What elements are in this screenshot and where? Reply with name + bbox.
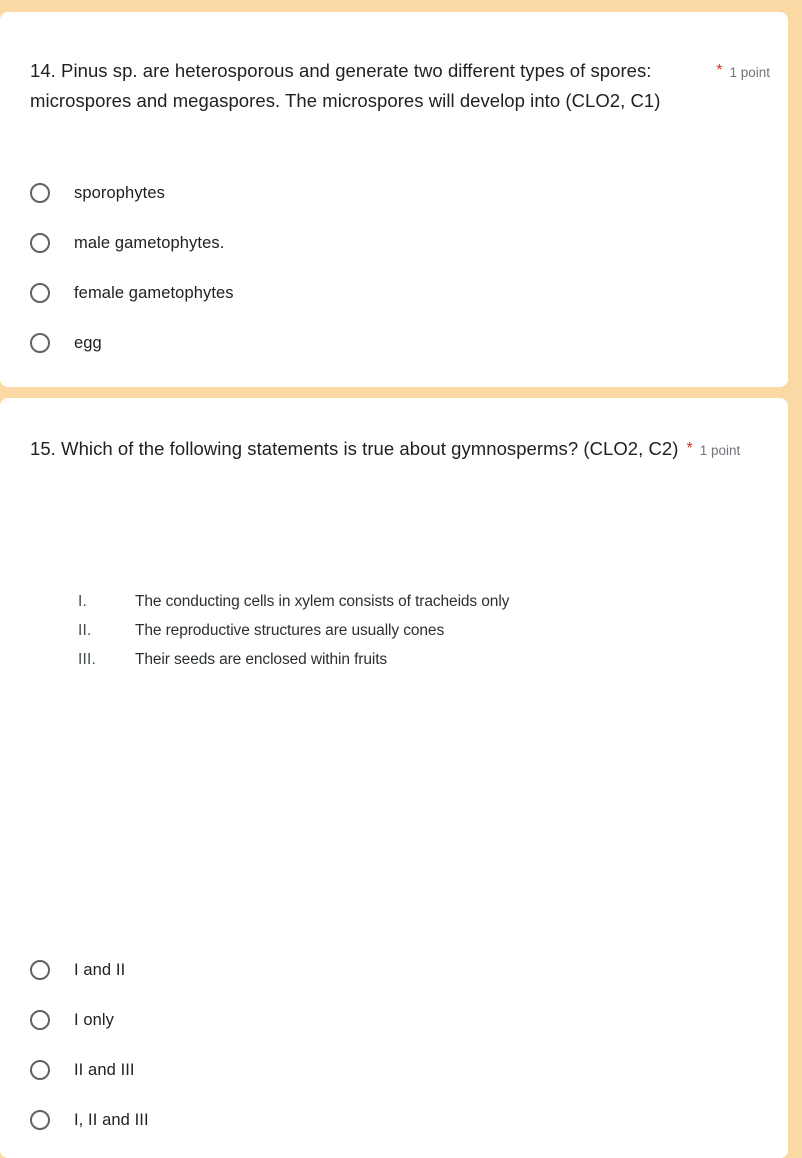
quiz-form: 14. Pinus sp. are heterosporous and gene… [0, 0, 802, 1158]
option-row[interactable]: sporophytes [30, 168, 768, 218]
required-asterisk-icon: * [716, 62, 723, 79]
statement-text: The conducting cells in xylem consists o… [135, 593, 510, 610]
question-15-points: 1 point [699, 443, 741, 458]
option-row[interactable]: female gametophytes [30, 268, 768, 318]
statement-numeral: III. [78, 651, 97, 668]
option-label: I, II and III [74, 1111, 149, 1129]
radio-button-icon[interactable] [30, 1060, 50, 1080]
radio-button-icon[interactable] [30, 183, 50, 203]
statement-text: The reproductive structures are usually … [135, 622, 445, 639]
option-row[interactable]: male gametophytes. [30, 218, 768, 268]
question-14-options: sporophytes male gametophytes. female ga… [30, 168, 768, 368]
option-label: egg [74, 334, 102, 352]
option-label: I and II [74, 961, 126, 979]
option-label: male gametophytes. [74, 234, 225, 252]
option-row[interactable]: I and II [30, 945, 768, 995]
question-15-title: 15. Which of the following statements is… [30, 438, 679, 459]
option-label: II and III [74, 1061, 135, 1079]
question-14-points: 1 point [729, 65, 770, 80]
statement-row: I. The conducting cells in xylem consist… [78, 593, 588, 622]
option-row[interactable]: I only [30, 995, 768, 1045]
statement-numeral: II. [78, 622, 92, 639]
statement-text: Their seeds are enclosed within fruits [135, 651, 388, 668]
required-asterisk-icon: * [686, 440, 693, 457]
question-14-title: 14. Pinus sp. are heterosporous and gene… [30, 60, 661, 111]
radio-button-icon[interactable] [30, 960, 50, 980]
option-label: I only [74, 1011, 115, 1029]
statement-row: II. The reproductive structures are usua… [78, 622, 588, 651]
question-15-embedded-image: I. The conducting cells in xylem consist… [30, 533, 590, 953]
question-15-header: 15. Which of the following statements is… [30, 434, 770, 464]
option-row[interactable]: I, II and III [30, 1095, 768, 1145]
radio-button-icon[interactable] [30, 333, 50, 353]
option-label: sporophytes [74, 184, 165, 202]
option-label: female gametophytes [74, 284, 234, 302]
question-14-header: 14. Pinus sp. are heterosporous and gene… [30, 56, 770, 116]
question-card-14: 14. Pinus sp. are heterosporous and gene… [0, 12, 788, 387]
statement-numeral: I. [78, 593, 88, 610]
statement-row: III. Their seeds are enclosed within fru… [78, 651, 588, 680]
radio-button-icon[interactable] [30, 1010, 50, 1030]
question-15-options: I and II I only II and III I, II and III [30, 945, 768, 1145]
radio-button-icon[interactable] [30, 283, 50, 303]
option-row[interactable]: II and III [30, 1045, 768, 1095]
option-row[interactable]: egg [30, 318, 768, 368]
radio-button-icon[interactable] [30, 1110, 50, 1130]
roman-numeral-statement-list: I. The conducting cells in xylem consist… [78, 593, 588, 680]
radio-button-icon[interactable] [30, 233, 50, 253]
question-card-15: 15. Which of the following statements is… [0, 398, 788, 1158]
